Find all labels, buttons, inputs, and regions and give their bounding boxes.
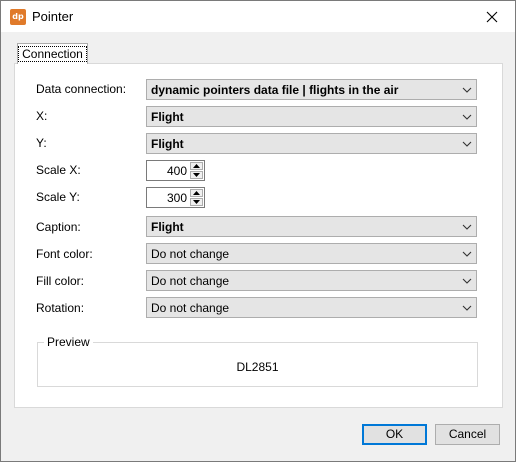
cancel-button[interactable]: Cancel — [435, 424, 500, 445]
x-label: X: — [36, 109, 48, 123]
scale-x-value: 400 — [166, 164, 187, 178]
title-bar: dp Pointer — [1, 1, 515, 32]
scale-x-decrement-button[interactable] — [190, 171, 203, 179]
scale-y-stepper[interactable]: 300 — [146, 187, 205, 208]
arrow-up-icon — [193, 164, 200, 168]
arrow-up-icon — [193, 191, 200, 195]
scale-y-value: 300 — [166, 191, 187, 205]
chevron-down-icon — [462, 114, 472, 120]
scale-y-increment-button[interactable] — [190, 189, 203, 197]
x-dropdown[interactable]: Flight — [146, 106, 477, 127]
connection-panel: Data connection: dynamic pointers data f… — [14, 63, 503, 408]
y-dropdown[interactable]: Flight — [146, 133, 477, 154]
caption-value: Flight — [151, 220, 184, 234]
font-color-value: Do not change — [151, 247, 230, 261]
close-icon — [486, 11, 498, 22]
scale-x-spin-buttons — [190, 162, 203, 179]
data-connection-dropdown[interactable]: dynamic pointers data file | flights in … — [146, 79, 477, 100]
arrow-down-icon — [193, 173, 200, 177]
rotation-dropdown[interactable]: Do not change — [146, 297, 477, 318]
y-label: Y: — [36, 136, 47, 150]
chevron-down-icon — [462, 251, 472, 257]
rotation-value: Do not change — [151, 301, 230, 315]
scale-y-decrement-button[interactable] — [190, 198, 203, 206]
chevron-down-icon — [462, 141, 472, 147]
tab-connection-label: Connection — [18, 46, 87, 62]
caption-dropdown[interactable]: Flight — [146, 216, 477, 237]
arrow-down-icon — [193, 200, 200, 204]
app-logo-icon: dp — [10, 9, 26, 25]
chevron-down-icon — [462, 87, 472, 93]
font-color-dropdown[interactable]: Do not change — [146, 243, 477, 264]
window-title: Pointer — [32, 9, 74, 24]
x-value: Flight — [151, 110, 184, 124]
close-button[interactable] — [469, 1, 515, 32]
pointer-dialog: dp Pointer Connection Data connection: d… — [0, 0, 516, 462]
preview-legend: Preview — [44, 335, 93, 349]
scale-y-spin-buttons — [190, 189, 203, 206]
scale-x-increment-button[interactable] — [190, 162, 203, 170]
ok-button[interactable]: OK — [362, 424, 427, 445]
scale-y-label: Scale Y: — [36, 190, 80, 204]
y-value: Flight — [151, 137, 184, 151]
data-connection-value: dynamic pointers data file | flights in … — [151, 83, 399, 97]
chevron-down-icon — [462, 305, 472, 311]
chevron-down-icon — [462, 224, 472, 230]
scale-x-stepper[interactable]: 400 — [146, 160, 205, 181]
fill-color-value: Do not change — [151, 274, 230, 288]
fill-color-dropdown[interactable]: Do not change — [146, 270, 477, 291]
tab-connection[interactable]: Connection — [17, 43, 88, 64]
rotation-label: Rotation: — [36, 301, 85, 315]
font-color-label: Font color: — [36, 247, 93, 261]
chevron-down-icon — [462, 278, 472, 284]
data-connection-label: Data connection: — [36, 82, 127, 96]
preview-text: DL2851 — [236, 360, 279, 374]
caption-label: Caption: — [36, 220, 81, 234]
scale-x-label: Scale X: — [36, 163, 81, 177]
preview-group: Preview DL2851 — [37, 335, 478, 387]
fill-color-label: Fill color: — [36, 274, 85, 288]
